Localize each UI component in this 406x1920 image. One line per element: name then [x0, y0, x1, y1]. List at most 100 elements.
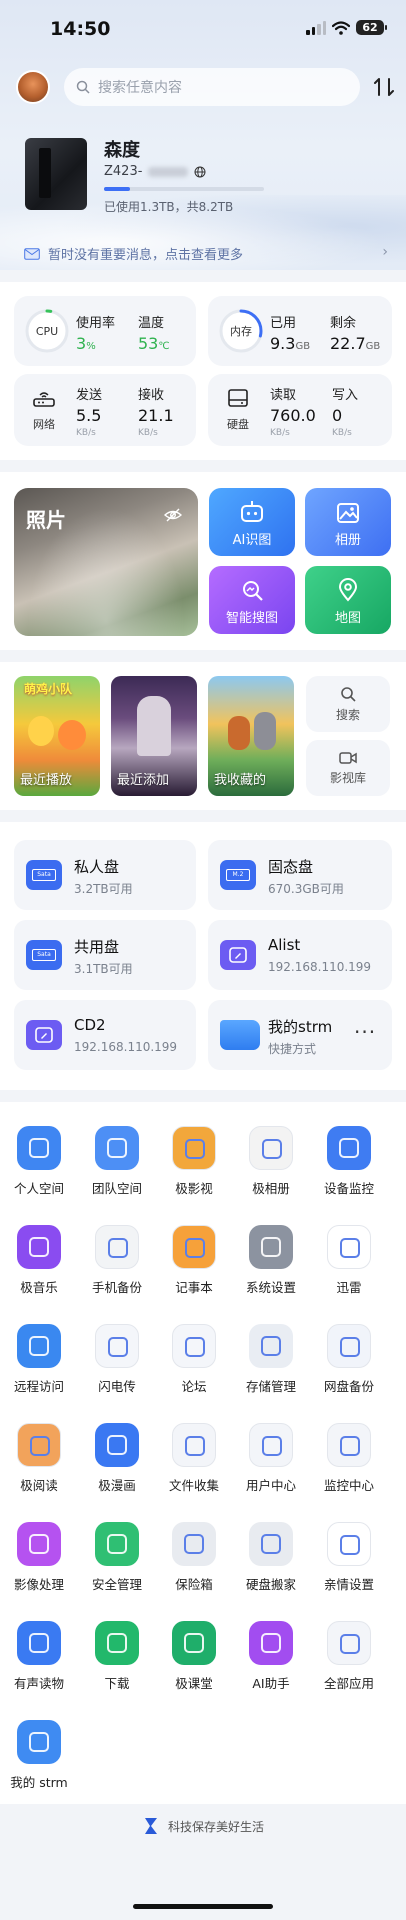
app-gear[interactable]: 系统设置	[235, 1225, 307, 1296]
app-storage[interactable]: 存储管理	[235, 1324, 307, 1395]
smart-search-tile[interactable]: 智能搜图	[209, 566, 295, 634]
app-thunder-bird[interactable]: 迅雷	[313, 1225, 385, 1296]
app-music-disc[interactable]: 极音乐	[3, 1225, 75, 1296]
ai-recognize-tile[interactable]: AI识图	[209, 488, 295, 556]
app-label: 用户中心	[245, 1478, 296, 1493]
cpu-card[interactable]: CPU 使用率 3% 温度 53℃	[14, 296, 196, 366]
app-chat[interactable]: 论坛	[158, 1324, 230, 1395]
app-image-edit[interactable]: 影像处理	[3, 1522, 75, 1593]
app-flower[interactable]: 极相册	[235, 1126, 307, 1197]
network-send-value: 5.5	[76, 406, 102, 425]
network-card[interactable]: 网络 发送 5.5 KB/s 接收 21.1 KB/s	[14, 374, 196, 446]
cpu-ring-label: CPU	[36, 325, 58, 338]
disk-alist[interactable]: Alist 192.168.110.199	[208, 920, 392, 990]
app-monitor-wave[interactable]: 设备监控	[313, 1126, 385, 1197]
disk-label: 硬盘	[227, 418, 249, 431]
app-team-folder[interactable]: 团队空间	[81, 1126, 153, 1197]
app-family-link[interactable]: 亲情设置	[313, 1522, 385, 1593]
app-label: 保险箱	[175, 1577, 213, 1592]
video-search-button[interactable]: 搜索	[306, 676, 390, 732]
app-label: 亲情设置	[323, 1577, 374, 1592]
app-audio-wave[interactable]: 有声读物	[3, 1621, 75, 1692]
remote-icon	[17, 1324, 61, 1368]
app-label: 极阅读	[20, 1478, 58, 1493]
recent-play-poster[interactable]: 萌鸡小队 最近播放	[14, 676, 100, 796]
memory-card[interactable]: 内存 已用 9.3GB 剩余 22.7GB	[208, 296, 392, 366]
app-ai-robot[interactable]: AI助手	[235, 1621, 307, 1692]
video-search-label: 搜索	[335, 707, 360, 722]
eye-off-icon[interactable]	[164, 508, 182, 522]
footer: 科技保存美好生活	[0, 1816, 406, 1836]
album-tile[interactable]: 相册	[305, 488, 391, 556]
device-name: 森度	[104, 140, 140, 161]
app-folder[interactable]: 个人空间	[3, 1126, 75, 1197]
app-label: 极音乐	[20, 1280, 58, 1295]
disk-write-value: 0	[332, 406, 343, 425]
disk-write-label: 写入	[332, 388, 359, 403]
cpu-usage-value: 3	[76, 334, 87, 353]
chat-icon	[172, 1324, 216, 1368]
app-film[interactable]: 极影视	[158, 1126, 230, 1197]
chevron-right-icon: ›	[382, 244, 388, 260]
disk-ssd[interactable]: M.2 固态盘 670.3GB可用	[208, 840, 392, 910]
photos-card[interactable]: 照片	[14, 488, 198, 636]
app-phone-backup[interactable]: 手机备份	[81, 1225, 153, 1296]
router-icon	[33, 392, 55, 407]
notice-bar[interactable]: 暂时没有重要消息，点击查看更多	[24, 244, 243, 263]
app-notebook[interactable]: 记事本	[158, 1225, 230, 1296]
hard-disk-icon	[228, 389, 248, 407]
app-user[interactable]: 用户中心	[235, 1423, 307, 1494]
map-pin-icon	[338, 578, 358, 602]
map-tile[interactable]: 地图	[305, 566, 391, 634]
video-library-button[interactable]: 影视库	[306, 740, 390, 796]
sata-disk-icon: Sata	[26, 940, 62, 970]
music-disc-icon	[17, 1225, 61, 1269]
app-lightning[interactable]: 闪电传	[81, 1324, 153, 1395]
disk-strm[interactable]: 我的strm 快捷方式 ···	[208, 1000, 392, 1070]
search-input[interactable]: 搜索任意内容	[98, 77, 182, 97]
device-id[interactable]: Z423-	[104, 164, 206, 179]
safe-icon	[172, 1522, 216, 1566]
app-label: 存储管理	[245, 1379, 296, 1394]
app-disk-move[interactable]: 硬盘搬家	[235, 1522, 307, 1593]
recent-added-poster[interactable]: 最近添加	[111, 676, 197, 796]
app-camera[interactable]: 监控中心	[313, 1423, 385, 1494]
sort-icon[interactable]	[373, 76, 395, 98]
video-camera-icon	[339, 751, 357, 764]
app-remote[interactable]: 远程访问	[3, 1324, 75, 1395]
image-search-icon	[243, 581, 263, 601]
storage-usage-bar	[104, 187, 264, 191]
search-bar[interactable]: 搜索任意内容	[64, 68, 360, 106]
app-label: 设备监控	[323, 1181, 374, 1196]
favorites-poster[interactable]: 我收藏的	[208, 676, 294, 796]
map-label: 地图	[334, 611, 361, 626]
avatar[interactable]	[16, 70, 50, 104]
app-graduation-cap[interactable]: 极课堂	[158, 1621, 230, 1692]
network-recv-label: 接收	[138, 388, 165, 403]
notice-text: 暂时没有重要消息，点击查看更多	[48, 248, 244, 263]
m2-disk-icon: M.2	[220, 860, 256, 890]
app-cloud-upload[interactable]: 网盘备份	[313, 1324, 385, 1395]
network-drive-icon	[220, 940, 256, 970]
app-shield[interactable]: 安全管理	[81, 1522, 153, 1593]
disk-cd2[interactable]: CD2 192.168.110.199	[14, 1000, 196, 1070]
disk-badge: Sata	[32, 869, 56, 881]
app-book[interactable]: 极阅读	[3, 1423, 75, 1494]
app-label: AI助手	[252, 1676, 290, 1691]
disk-private[interactable]: Sata 私人盘 3.2TB可用	[14, 840, 196, 910]
more-icon[interactable]: ···	[354, 1020, 376, 1044]
disk-card[interactable]: 硬盘 读取 760.0 KB/s 写入 0 KB/s	[208, 374, 392, 446]
app-safe[interactable]: 保险箱	[158, 1522, 230, 1593]
book-icon	[17, 1423, 61, 1467]
app-folder-shortcut[interactable]: 我的 strm	[3, 1720, 75, 1791]
app-grid-apps[interactable]: 全部应用	[313, 1621, 385, 1692]
disk-sub: 快捷方式	[268, 1042, 317, 1056]
ai-robot-icon	[249, 1621, 293, 1665]
app-comic[interactable]: 极漫画	[81, 1423, 153, 1494]
disk-read-unit: KB/s	[270, 428, 290, 438]
disk-shared[interactable]: Sata 共用盘 3.1TB可用	[14, 920, 196, 990]
disk-sub: 192.168.110.199	[268, 960, 372, 974]
app-download[interactable]: 下载	[81, 1621, 153, 1692]
disk-write-unit: KB/s	[332, 428, 352, 438]
app-inbox[interactable]: 文件收集	[158, 1423, 230, 1494]
